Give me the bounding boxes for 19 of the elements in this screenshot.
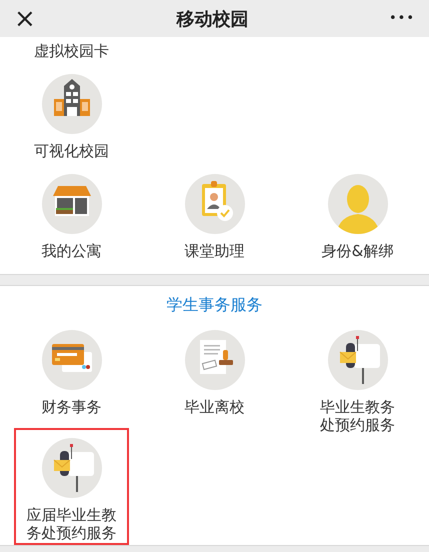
- close-icon[interactable]: ×: [14, 6, 36, 32]
- mailbox-icon[interactable]: [42, 438, 102, 498]
- service-label[interactable]: 财务事务: [8, 398, 134, 416]
- page-title: 移动校园: [176, 8, 248, 30]
- section-title: 学生事务服务: [166, 294, 264, 316]
- service-label[interactable]: 课堂助理: [152, 242, 278, 260]
- stamped-document-icon[interactable]: [184, 330, 244, 390]
- storefront-icon[interactable]: [42, 174, 102, 234]
- more-menu-icon[interactable]: •••: [388, 12, 415, 25]
- bank-card-icon[interactable]: [42, 330, 102, 390]
- service-label[interactable]: 可视化校园: [8, 142, 134, 160]
- mailbox-icon[interactable]: [328, 330, 388, 390]
- service-label[interactable]: 毕业离校: [152, 398, 278, 416]
- service-label[interactable]: 毕业生教务处预约服务: [294, 398, 420, 434]
- service-label[interactable]: 我的公寓: [8, 242, 134, 260]
- service-label[interactable]: 应届毕业生教务处预约服务: [16, 506, 126, 542]
- building-icon[interactable]: [42, 74, 102, 134]
- service-label[interactable]: 身份&解绑: [294, 242, 420, 260]
- service-label[interactable]: 虚拟校园卡: [8, 42, 134, 60]
